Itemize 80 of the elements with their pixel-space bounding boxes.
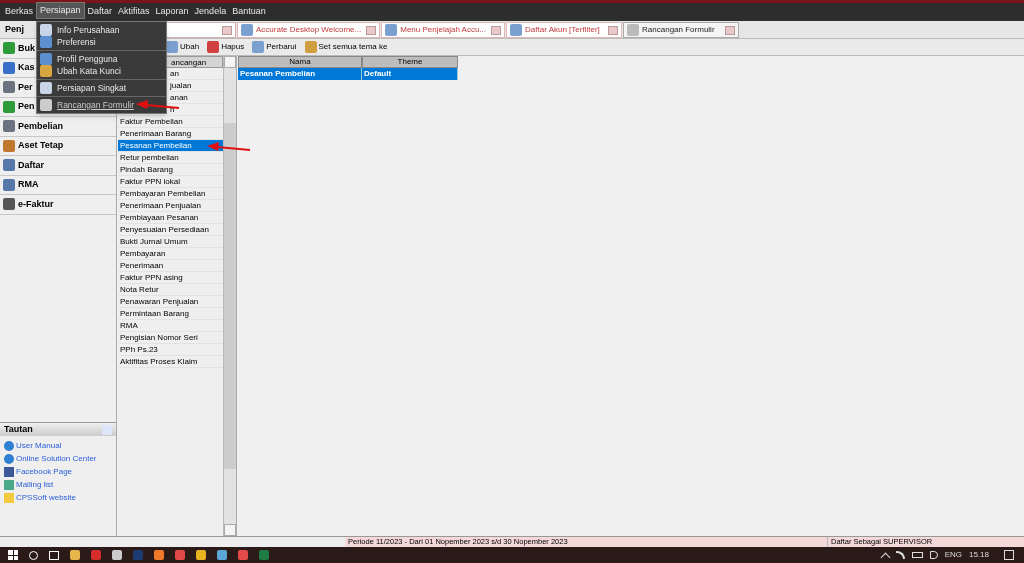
menu-item[interactable]: Aktifitas <box>115 3 153 19</box>
taskbar-app-icon[interactable] <box>196 550 206 560</box>
taskbar-app-icon[interactable] <box>217 550 227 560</box>
menu-item[interactable]: Daftar <box>84 3 116 19</box>
windows-icon[interactable] <box>8 550 18 560</box>
close-icon[interactable] <box>725 25 736 35</box>
menu-option[interactable]: Preferensi <box>37 36 98 48</box>
menu-icon <box>40 65 52 77</box>
module-icon <box>3 178 15 191</box>
column-header: Nama <box>238 56 362 68</box>
module-icon <box>3 42 15 55</box>
document-icon <box>627 24 640 36</box>
menu-option[interactable]: Info Perusahaan <box>37 24 122 36</box>
menu-item[interactable]: Persiapan <box>36 1 85 19</box>
toolbar-button[interactable]: Hapus <box>207 41 245 53</box>
table-cell: Pesanan Pembelian <box>238 68 362 80</box>
taskbar-app-icon[interactable] <box>112 550 122 560</box>
tool-icon <box>304 41 317 53</box>
tab[interactable]: Menu Penjelajah Accu... <box>381 22 506 38</box>
sidebar-item[interactable]: Pembelian <box>0 117 116 137</box>
link[interactable]: Mailing list <box>16 479 54 491</box>
taskbar-app-icon[interactable] <box>238 550 248 560</box>
module-icon <box>3 61 15 74</box>
toolbar-button[interactable]: Set semua tema ke <box>304 41 388 53</box>
module-icon <box>3 159 15 172</box>
taskbar-app-icon[interactable] <box>91 550 101 560</box>
tab[interactable]: Accurate Desktop Welcome... <box>237 22 381 38</box>
scrollbar[interactable] <box>223 56 236 536</box>
links-title: Tautan <box>4 422 33 436</box>
link[interactable]: CPSSoft website <box>16 492 77 504</box>
annotation-arrow <box>136 99 180 111</box>
sidebar-item[interactable]: e-Faktur <box>0 195 116 215</box>
menu-item[interactable]: Jendela <box>191 3 230 19</box>
link[interactable]: Facebook Page <box>16 466 73 478</box>
sidebar-item[interactable]: Daftar <box>0 156 116 176</box>
menu-icon <box>40 99 52 111</box>
task-view-icon[interactable] <box>49 550 59 560</box>
close-icon[interactable] <box>608 25 619 35</box>
clock[interactable]: 15.18 <box>968 549 989 561</box>
close-icon[interactable] <box>366 25 377 35</box>
sidebar-item[interactable]: RMA <box>0 175 116 195</box>
annotation-arrow <box>207 141 251 153</box>
module-icon <box>3 139 15 152</box>
table-row[interactable]: Pesanan Pembelian Default <box>238 68 458 80</box>
module-icon <box>3 81 15 94</box>
module-icon <box>3 120 15 133</box>
taskbar-app-icon[interactable] <box>259 550 269 560</box>
menu-icon <box>40 53 52 65</box>
sidebar-item[interactable]: Aset Tetap <box>0 136 116 156</box>
taskbar-app-icon[interactable] <box>175 550 185 560</box>
link[interactable]: User Manual <box>16 440 62 452</box>
document-icon <box>510 24 523 36</box>
document-icon <box>385 24 398 36</box>
tab[interactable]: Rancangan Formulir <box>623 22 740 38</box>
notification-icon[interactable] <box>1004 550 1014 560</box>
menu-item[interactable]: Laporan <box>152 3 192 19</box>
toolbar-button[interactable]: Perbarui <box>252 41 297 53</box>
menu-item[interactable]: Bantuan <box>229 3 269 19</box>
tool-icon <box>207 41 220 53</box>
close-icon[interactable] <box>491 25 502 35</box>
list-row[interactable]: Pesanan Pembelian <box>118 140 223 152</box>
battery-icon[interactable] <box>911 552 923 558</box>
taskbar-app-icon[interactable] <box>154 550 164 560</box>
toolbar-button[interactable]: Ubah <box>166 41 200 53</box>
menu-icon <box>40 36 52 48</box>
menu-icon <box>40 82 52 94</box>
menu-icon <box>40 24 52 36</box>
language-indicator[interactable]: ENG <box>944 549 962 561</box>
tool-icon <box>252 41 265 53</box>
tab[interactable]: Daftar Akun [Terfilter] <box>506 22 623 38</box>
module-icon <box>3 198 15 211</box>
link[interactable]: Online Solution Center <box>16 453 97 465</box>
module-icon <box>3 100 15 113</box>
close-icon[interactable] <box>222 25 232 35</box>
menu-item[interactable]: Berkas <box>2 3 36 19</box>
taskbar-app-icon[interactable] <box>70 550 80 560</box>
document-icon <box>241 24 253 36</box>
column-header: Theme <box>362 56 458 68</box>
table-cell: Default <box>362 68 458 80</box>
panel-title: Penj <box>5 22 24 36</box>
